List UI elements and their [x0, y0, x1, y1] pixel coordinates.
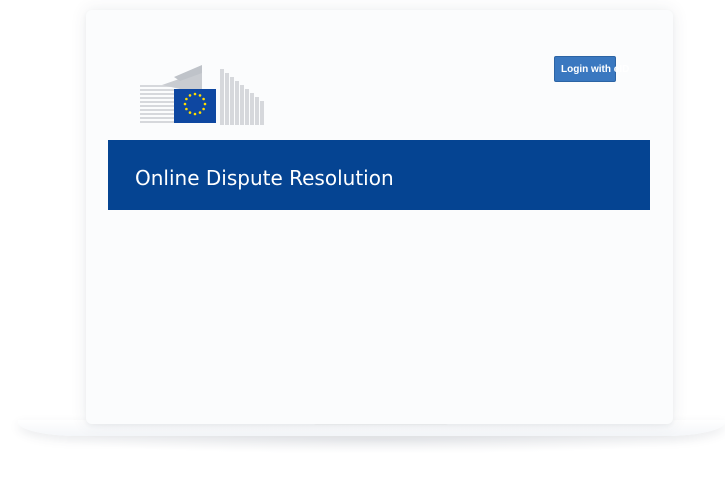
page-banner: Online Dispute Resolution [108, 140, 650, 210]
laptop-mockup: Login with eID Online Dispute Resolution [0, 0, 725, 480]
laptop-screen: Login with eID Online Dispute Resolution [86, 10, 673, 424]
european-commission-logo-icon [140, 65, 264, 125]
login-with-eid-button[interactable]: Login with eID [554, 56, 629, 82]
page-title: Online Dispute Resolution [135, 166, 394, 190]
